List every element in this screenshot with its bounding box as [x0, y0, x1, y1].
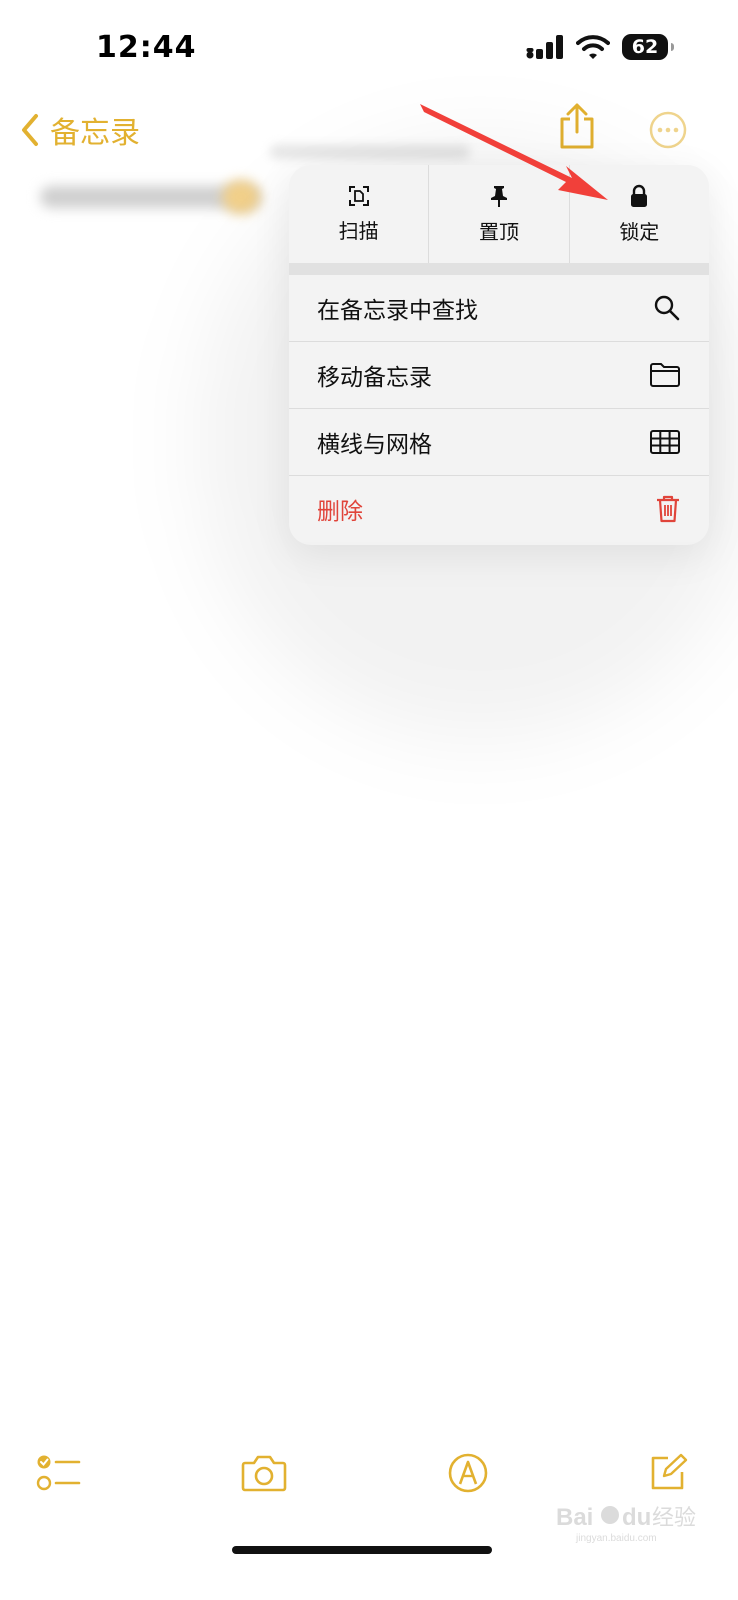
more-options-button[interactable]: [648, 110, 688, 150]
back-label: 备忘录: [50, 116, 140, 151]
cellular-signal-icon: [526, 35, 563, 59]
delete-label: 删除: [317, 499, 363, 525]
move-note-label: 移动备忘录: [317, 365, 432, 391]
markup-pen-icon: [448, 1453, 488, 1493]
home-indicator[interactable]: [232, 1546, 492, 1554]
svg-text:jingyan.baidu.com: jingyan.baidu.com: [575, 1533, 657, 1544]
lines-grids-item[interactable]: 横线与网格: [289, 409, 709, 476]
scan-label: 扫描: [338, 218, 379, 243]
folder-icon: [650, 363, 680, 387]
scan-icon: [348, 185, 369, 206]
checklist-button[interactable]: [36, 1452, 82, 1498]
ellipsis-circle-icon: [649, 111, 687, 149]
pin-icon: [490, 185, 507, 207]
svg-text:du: du: [622, 1504, 651, 1531]
pin-label: 置顶: [478, 219, 519, 244]
pin-action[interactable]: 置顶: [428, 165, 568, 263]
find-in-note-item[interactable]: 在备忘录中查找: [289, 275, 709, 342]
markup-button[interactable]: [447, 1452, 489, 1498]
trash-icon: [657, 495, 679, 523]
status-icons: 62: [526, 34, 674, 60]
menu-quick-actions: 扫描 置顶 锁定: [289, 165, 709, 263]
menu-separator: [289, 263, 709, 275]
svg-text:Bai: Bai: [556, 1504, 593, 1531]
search-icon: [654, 295, 680, 321]
compose-icon: [651, 1453, 688, 1490]
lines-grids-label: 横线与网格: [317, 432, 432, 458]
wifi-icon: [576, 35, 610, 59]
delete-item[interactable]: 删除: [289, 476, 709, 542]
share-icon: [560, 103, 594, 149]
svg-text:经验: 经验: [652, 1506, 696, 1531]
scan-action[interactable]: 扫描: [289, 165, 428, 263]
share-button[interactable]: [556, 102, 598, 150]
move-note-item[interactable]: 移动备忘录: [289, 342, 709, 409]
lock-action[interactable]: 锁定: [568, 165, 709, 263]
baidu-watermark-logo: Bai du 经验 jingyan.baidu.com: [556, 1504, 696, 1544]
battery-indicator: 62: [622, 34, 674, 60]
find-in-note-label: 在备忘录中查找: [317, 298, 478, 324]
lock-icon: [631, 184, 648, 207]
options-menu: 扫描 置顶 锁定 在备忘录中查找 移动备忘录 横线与网格 删除: [289, 165, 709, 545]
checklist-icon: [36, 1455, 81, 1491]
camera-button[interactable]: [241, 1454, 287, 1496]
compose-button[interactable]: [648, 1452, 688, 1496]
camera-icon: [241, 1455, 287, 1492]
chevron-left-icon: [22, 114, 38, 146]
status-time: 12:44: [96, 30, 197, 65]
grid-icon: [650, 430, 680, 454]
blurred-note-highlight: [222, 180, 260, 214]
back-button[interactable]: 备忘录: [20, 108, 140, 152]
lock-label: 锁定: [619, 219, 660, 244]
